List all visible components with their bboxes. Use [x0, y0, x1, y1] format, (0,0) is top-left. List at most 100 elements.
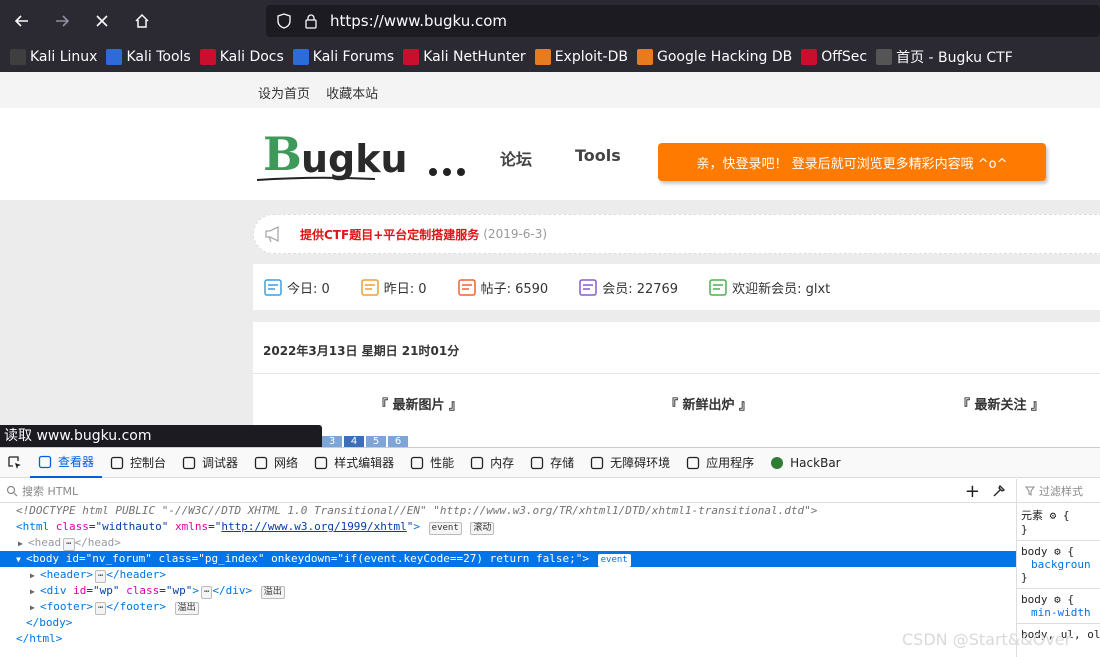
bookmark-item[interactable]: Kali Linux: [10, 49, 97, 65]
bugku-logo[interactable]: B ugku: [255, 122, 470, 186]
calendar-today-icon: [264, 279, 282, 296]
devtools-tab[interactable]: 查看器: [30, 448, 103, 478]
bookmark-item[interactable]: Exploit-DB: [534, 49, 628, 65]
site-topbar: 设为首页 收藏本站: [0, 72, 1100, 108]
dom-node-header[interactable]: ▶ <header> ⋯ </header>: [0, 567, 1016, 583]
rule-body-background[interactable]: body ⚙ {backgroun}: [1017, 541, 1100, 589]
csdn-watermark: CSDN @Start&&Over: [902, 630, 1072, 649]
devtools-tab-label: 网络: [274, 456, 299, 470]
scroll-badge[interactable]: 滚动: [470, 522, 495, 535]
eyedropper-icon[interactable]: [992, 484, 1006, 498]
bookmark-favicon-icon: [801, 49, 818, 65]
bookmark-favicon-icon: [199, 49, 216, 65]
inspector-markup-pane: 搜索 HTML + <!DOCTYPE html PUBLIC "-//W3C/…: [0, 479, 1016, 657]
bookmark-item[interactable]: Kali Tools: [106, 49, 191, 65]
set-homepage-link[interactable]: 设为首页: [258, 87, 310, 102]
add-node-button[interactable]: +: [965, 481, 980, 502]
home-button[interactable]: [124, 3, 160, 39]
devtools-tab[interactable]: 应用程序: [678, 448, 762, 478]
style-editor-icon: [314, 456, 328, 469]
dom-node-footer[interactable]: ▶ <footer> ⋯ </footer> 溢出: [0, 599, 1016, 615]
bookmark-item[interactable]: Kali Docs: [199, 49, 284, 65]
devtools-tab[interactable]: 内存: [462, 448, 522, 478]
browser-navbar: https://www.bugku.com: [0, 0, 1100, 42]
bookmark-favicon-icon: [292, 49, 309, 65]
back-button[interactable]: [4, 3, 40, 39]
bookmark-item[interactable]: Kali Forums: [292, 49, 394, 65]
bookmark-favicon-icon: [534, 49, 551, 65]
devtools-tab[interactable]: 样式编辑器: [306, 448, 402, 478]
dom-node-html[interactable]: <html class="widthauto" xmlns="http://ww…: [0, 519, 1016, 535]
dom-node-div-wp[interactable]: ▶ <div id="wp" class="wp"> ⋯ </div> 溢出: [0, 583, 1016, 599]
rule-body-min-width[interactable]: body ⚙ {min-width: [1017, 589, 1100, 624]
application-icon: [686, 456, 700, 469]
menu-forum[interactable]: 论坛: [500, 146, 532, 170]
devtools-tab-label: HackBar: [790, 455, 841, 470]
pager-item[interactable]: 4: [344, 436, 364, 447]
devtools-tab-label: 应用程序: [706, 456, 755, 470]
bookmark-label: Google Hacking DB: [656, 49, 793, 65]
filter-styles-input[interactable]: 过滤样式: [1039, 483, 1083, 499]
stat-label: 今日: 0: [287, 281, 330, 297]
bookmark-label: Kali Docs: [219, 49, 284, 65]
bookmark-label: Kali Linux: [30, 49, 98, 65]
stat-label: 帖子: 6590: [480, 281, 549, 297]
stat-label: 会员: 22769: [602, 281, 679, 297]
pager-item[interactable]: 6: [388, 436, 408, 447]
bookmark-item[interactable]: Kali NetHunter: [403, 49, 526, 65]
bookmark-label: OffSec: [821, 49, 868, 65]
filter-styles-bar[interactable]: 过滤样式: [1017, 479, 1100, 503]
bookmark-item[interactable]: OffSec: [801, 49, 867, 65]
dom-node-head[interactable]: ▶ <head ⋯ </head>: [0, 535, 1016, 551]
pager-item[interactable]: 3: [322, 436, 342, 447]
url-bar[interactable]: https://www.bugku.com: [266, 5, 1100, 37]
devtools-tab[interactable]: 无障碍环境: [582, 448, 678, 478]
event-badge[interactable]: event: [428, 522, 462, 535]
overflow-badge[interactable]: 溢出: [174, 602, 199, 615]
column-hot-topics: 『 最新关注 』: [957, 398, 1045, 413]
bookmark-favicon-icon: [10, 49, 26, 65]
calendar-yesterday-icon: [361, 279, 379, 296]
stop-button[interactable]: [84, 3, 120, 39]
dom-node-body-selected[interactable]: ▼ <body id="nv_forum" class="pg_index" on…: [0, 551, 1016, 567]
url-text[interactable]: https://www.bugku.com: [330, 12, 507, 30]
debugger-icon: [182, 456, 196, 469]
devtools-tab[interactable]: 控制台: [102, 448, 174, 478]
shield-icon[interactable]: [276, 13, 292, 29]
announcement-bar: 提供CTF题目+平台定制搭建服务 (2019-6-3): [253, 214, 1100, 254]
rule-element[interactable]: 元素 ⚙ {}: [1017, 503, 1100, 541]
pager-item[interactable]: 5: [366, 436, 386, 447]
html-search-input[interactable]: 搜索 HTML: [22, 483, 78, 499]
devtools-tab[interactable]: 调试器: [174, 448, 246, 478]
search-icon: [6, 485, 18, 496]
date-bar: 2022年3月13日 星期日 21时01分: [253, 322, 1100, 374]
overflow-badge[interactable]: 溢出: [260, 586, 285, 599]
devtools-tab[interactable]: 网络: [246, 448, 306, 478]
dom-close-html: </html>: [16, 632, 63, 645]
event-badge[interactable]: event: [597, 554, 631, 567]
dom-doctype[interactable]: <!DOCTYPE html PUBLIC "-//W3C//DTD XHTML…: [0, 503, 1016, 519]
devtools-tab[interactable]: 存储: [522, 448, 582, 478]
inspector-icon: [38, 455, 52, 468]
devtools-tab[interactable]: HackBar: [762, 448, 848, 478]
stat-item: 欢迎新会员: glxt: [708, 277, 830, 297]
stat-label: 昨日: 0: [383, 281, 427, 297]
announcement-link[interactable]: 提供CTF题目+平台定制搭建服务: [300, 226, 479, 243]
bookmark-item[interactable]: Google Hacking DB: [636, 49, 793, 65]
member-icon: [579, 279, 597, 296]
lock-icon[interactable]: [304, 13, 318, 29]
devtools-tab[interactable]: 性能: [402, 448, 462, 478]
bookmark-favicon-icon: [636, 49, 653, 65]
dom-tree: <!DOCTYPE html PUBLIC "-//W3C//DTD XHTML…: [0, 503, 1016, 647]
bookmark-item[interactable]: 首页 - Bugku CTF: [876, 47, 1013, 67]
bookmark-favicon-icon: [106, 49, 123, 65]
bookmark-site-link[interactable]: 收藏本站: [326, 87, 378, 102]
login-prompt-banner[interactable]: 亲，快登录吧！ 登录后就可浏览更多精彩内容哦 ^o^: [658, 143, 1046, 181]
storage-icon: [530, 456, 544, 469]
bookmark-label: 首页 - Bugku CTF: [896, 50, 1013, 66]
status-tooltip: 读取 www.bugku.com: [0, 425, 322, 447]
forward-button[interactable]: [44, 3, 80, 39]
network-icon: [254, 456, 268, 469]
element-picker-button[interactable]: [0, 448, 30, 478]
menu-tools[interactable]: Tools: [575, 146, 621, 165]
